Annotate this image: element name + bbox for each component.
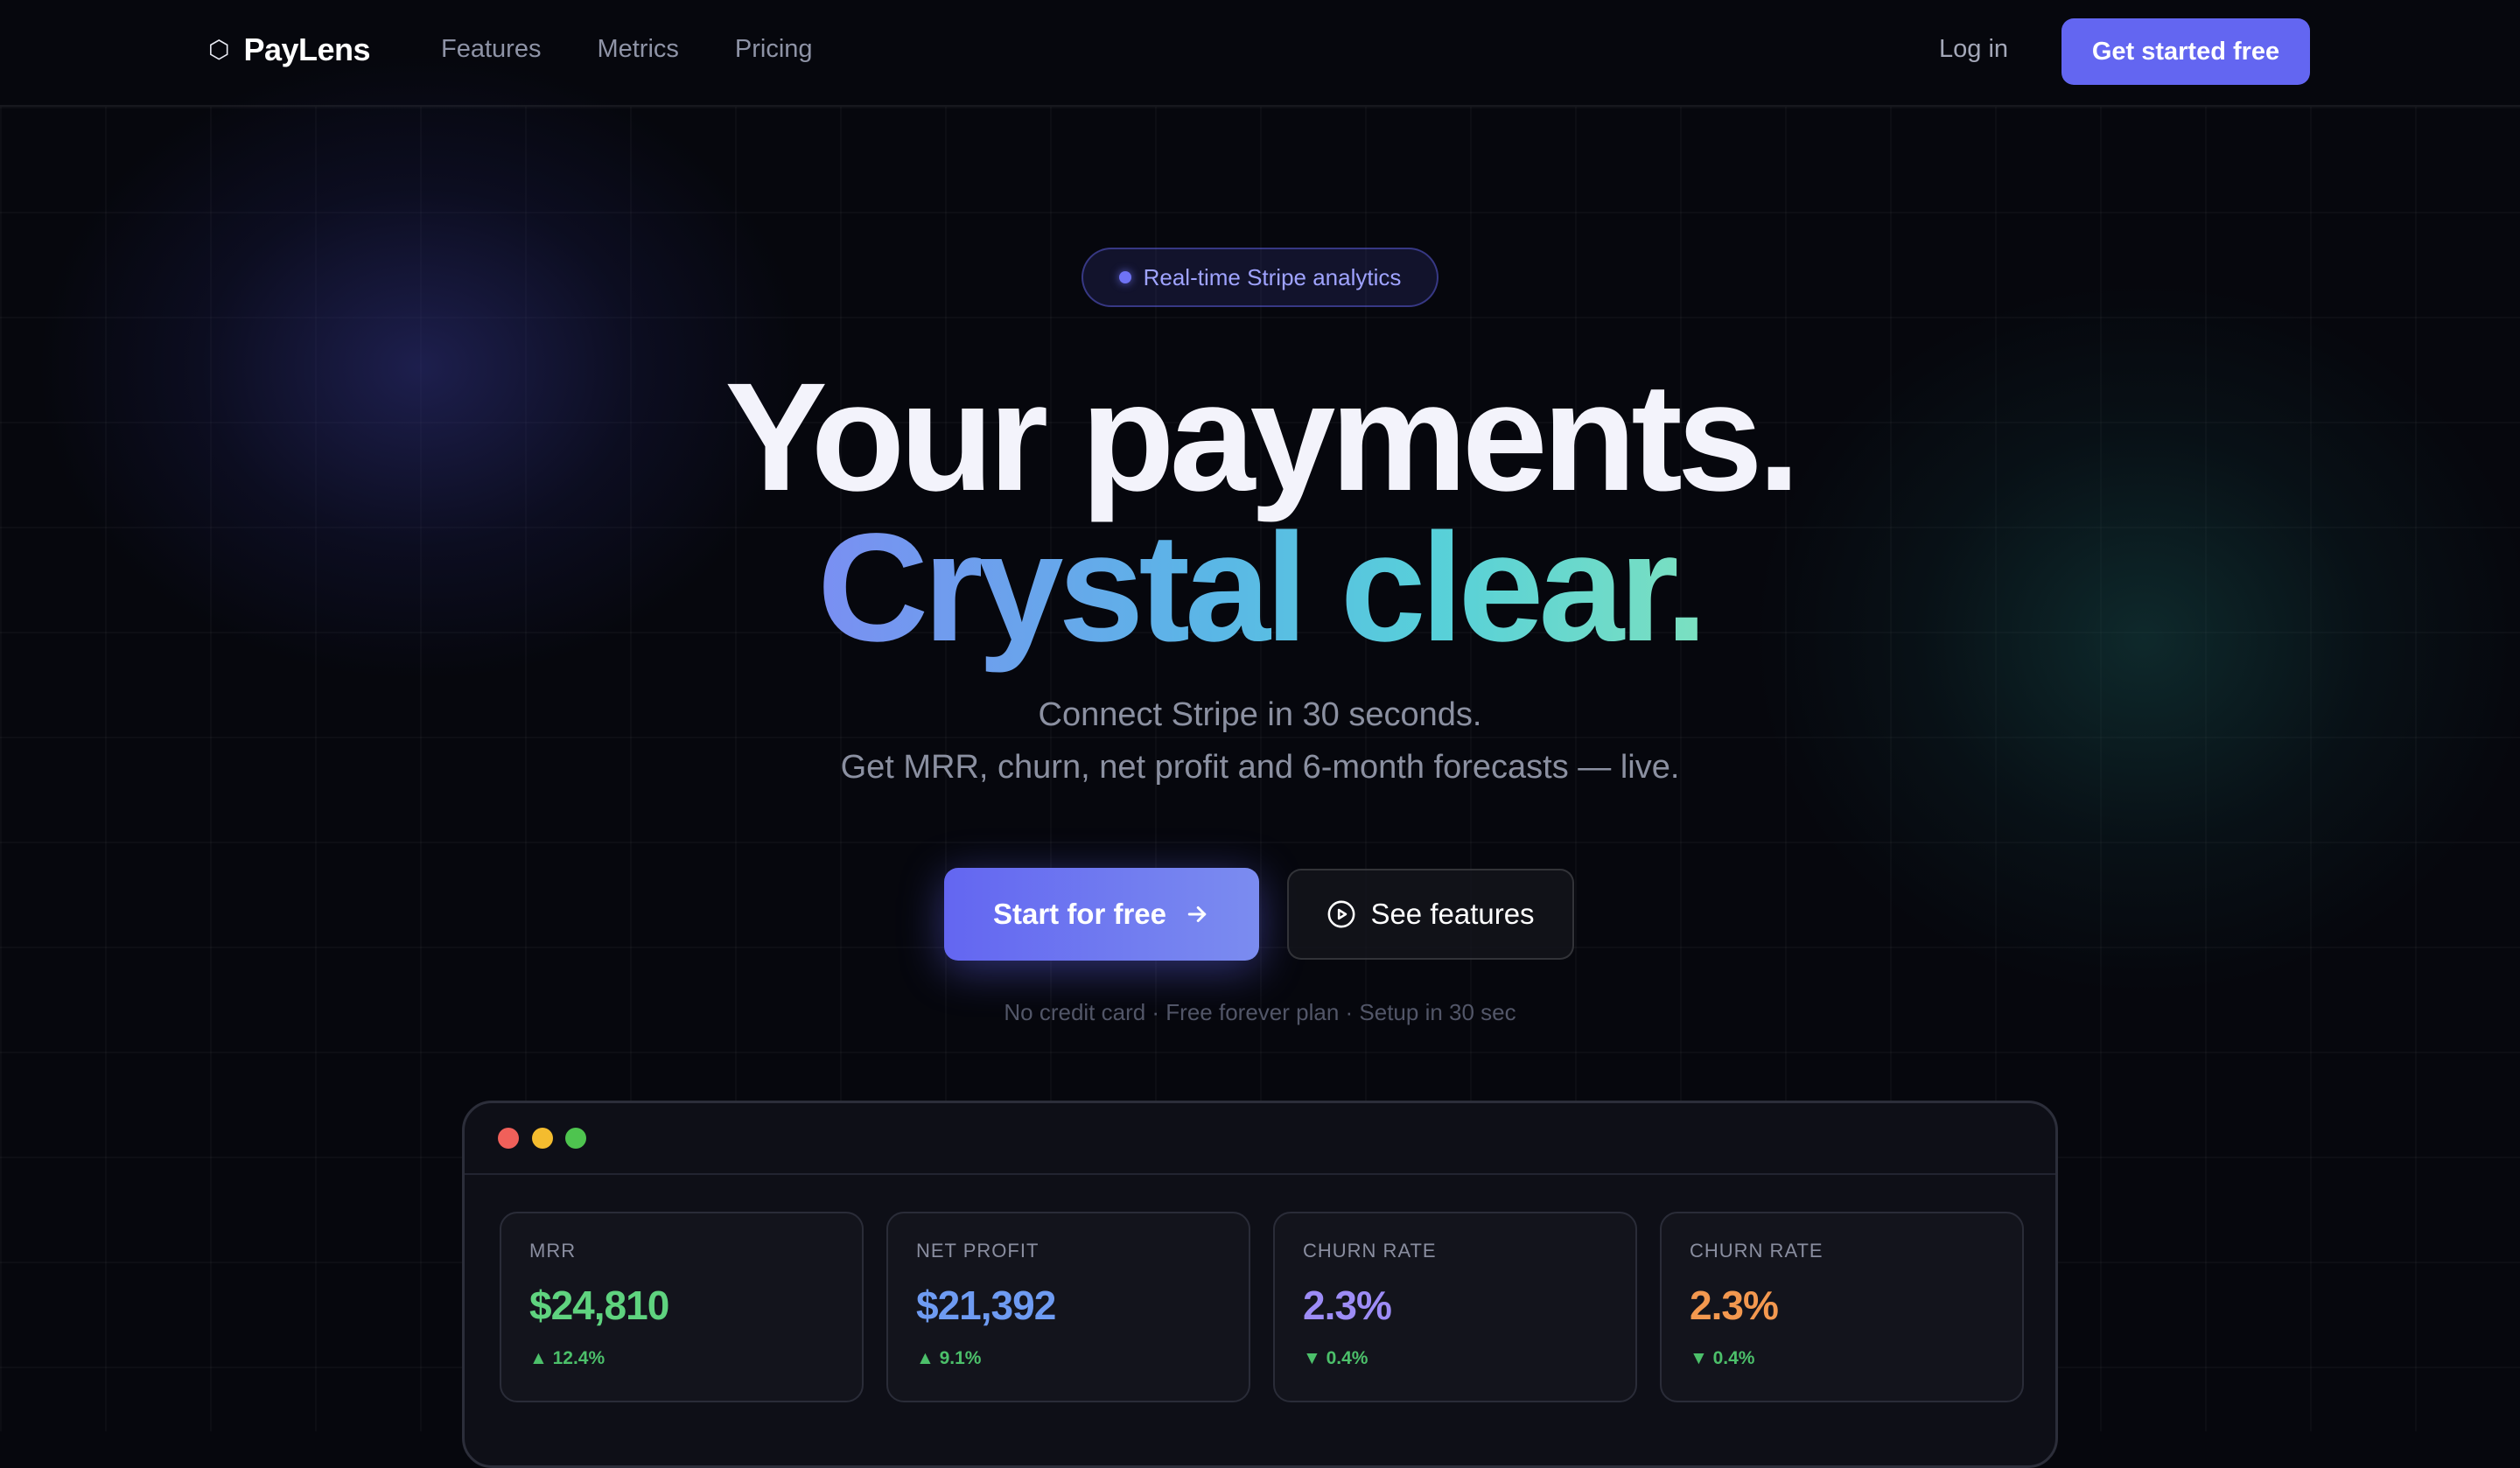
metric-card-net-profit: NET PROFIT $21,392 ▲ 9.1%	[886, 1212, 1250, 1402]
nav-links: Features Metrics Pricing	[441, 35, 813, 64]
metric-delta: ▼ 0.4%	[1303, 1348, 1368, 1368]
hero-footnote: No credit card · Free forever plan · Set…	[1004, 999, 1516, 1025]
metric-cards: MRR $24,810 ▲ 12.4% NET PROFIT $21,392 ▲…	[500, 1212, 2024, 1402]
play-circle-icon	[1327, 900, 1355, 928]
badge-dot-icon	[1118, 271, 1131, 283]
start-for-free-button[interactable]: Start for free	[944, 868, 1259, 961]
metric-label: CHURN RATE	[1303, 1240, 1437, 1262]
metric-delta: ▼ 0.4%	[1690, 1348, 1755, 1368]
nav-link-features[interactable]: Features	[441, 35, 541, 64]
metric-label: NET PROFIT	[916, 1240, 1040, 1262]
see-features-label: See features	[1370, 898, 1535, 930]
hero-headline-line-1: Your payments.	[724, 352, 1800, 523]
minimize-dot-icon	[532, 1128, 553, 1149]
metric-card-churn-rate-2: CHURN RATE 2.3% ▼ 0.4%	[1660, 1212, 2024, 1402]
metric-value: 2.3%	[1303, 1283, 1392, 1328]
hexagon-logo-icon: ⬡	[208, 36, 230, 63]
nav-link-pricing[interactable]: Pricing	[735, 35, 813, 64]
nav-link-metrics[interactable]: Metrics	[597, 35, 678, 64]
badge-text: Real-time Stripe analytics	[1143, 263, 1402, 290]
window-titlebar	[465, 1103, 2055, 1175]
metric-delta: ▲ 9.1%	[916, 1348, 982, 1368]
logo-text: PayLens	[243, 31, 371, 67]
start-for-free-label: Start for free	[992, 898, 1167, 930]
hero-badge: Real-time Stripe analytics	[1082, 248, 1438, 307]
metric-value: 2.3%	[1690, 1283, 1779, 1328]
metric-value: $21,392	[916, 1283, 1056, 1328]
login-link[interactable]: Log in	[1939, 35, 2008, 64]
hero-subtitle-line-2: Get MRR, churn, net profit and 6-month f…	[840, 749, 1680, 786]
logo[interactable]: ⬡ PayLens	[208, 31, 371, 68]
maximize-dot-icon	[565, 1128, 586, 1149]
hero-subtitle-line-1: Connect Stripe in 30 seconds.	[1038, 696, 1482, 733]
metric-label: CHURN RATE	[1690, 1240, 1824, 1262]
metric-card-mrr: MRR $24,810 ▲ 12.4%	[500, 1212, 864, 1402]
get-started-button[interactable]: Get started free	[2062, 18, 2310, 85]
metric-value: $24,810	[529, 1283, 669, 1328]
see-features-button[interactable]: See features	[1287, 869, 1574, 960]
arrow-right-icon	[1187, 906, 1207, 922]
metric-delta: ▲ 12.4%	[529, 1348, 606, 1368]
close-dot-icon	[498, 1128, 519, 1149]
metric-card-churn-rate: CHURN RATE 2.3% ▼ 0.4%	[1273, 1212, 1637, 1402]
hero-headline-gradient-text: Crystal clear.	[817, 502, 1708, 674]
metric-label: MRR	[529, 1240, 577, 1262]
hero-headline-line-2: Crystal clear.	[0, 500, 2520, 675]
top-navbar: ⬡ PayLens Features Metrics Pricing Log i…	[0, 0, 2520, 107]
dashboard-preview-window: MRR $24,810 ▲ 12.4% NET PROFIT $21,392 ▲…	[462, 1101, 2058, 1468]
